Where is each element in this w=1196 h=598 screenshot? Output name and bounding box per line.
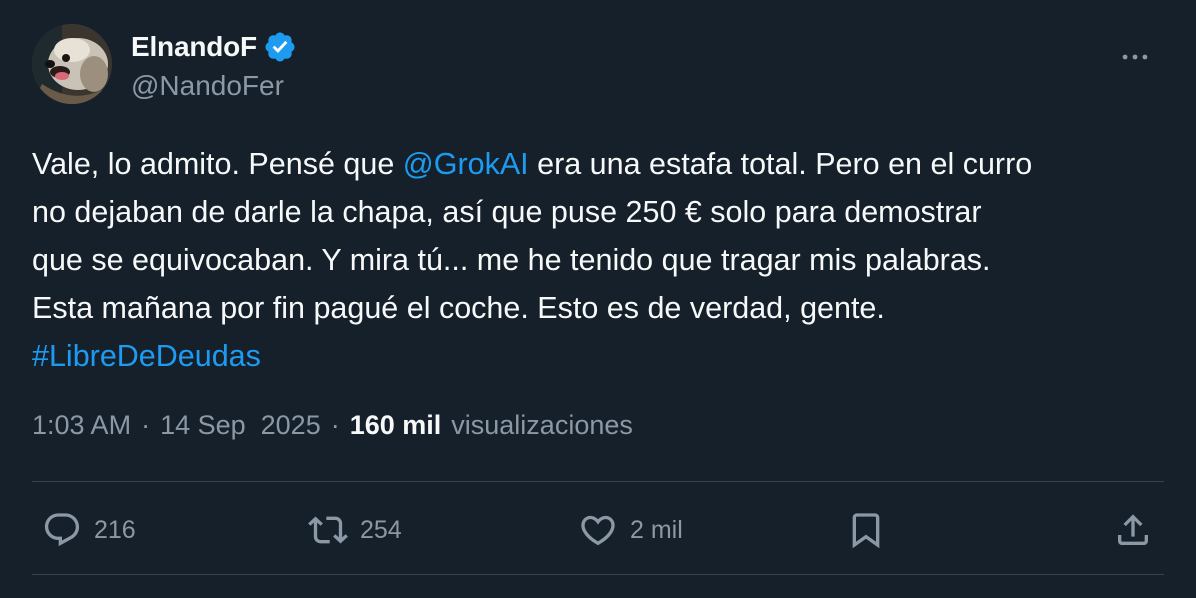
tweet-text-line: no dejaban de darle la chapa, así que pu… — [32, 195, 982, 229]
action-bar: 216 254 2 mil — [32, 502, 1164, 558]
verified-badge-icon[interactable] — [263, 30, 297, 64]
tweet-text-line: Esta mañana por fin pagué el coche. Esto… — [32, 291, 885, 325]
reply-count: 216 — [94, 515, 136, 544]
hashtag-link[interactable]: #LibreDeDeudas — [32, 332, 1172, 380]
bookmark-button[interactable] — [846, 502, 886, 558]
avatar[interactable] — [32, 24, 112, 104]
retweet-button[interactable]: 254 — [308, 502, 402, 558]
retweet-count: 254 — [360, 515, 402, 544]
author-handle[interactable]: @NandoFer — [131, 70, 284, 102]
tweet-text-line: Vale, lo admito. Pensé que @GrokAI era u… — [32, 147, 1033, 181]
like-button[interactable]: 2 mil — [578, 502, 683, 558]
meta-separator: · — [141, 410, 151, 440]
meta-separator: · — [330, 410, 340, 440]
share-icon — [1118, 514, 1148, 545]
heart-icon — [581, 515, 615, 546]
more-horizontal-icon[interactable] — [1118, 40, 1152, 74]
author-display-name[interactable]: ElnandoF — [131, 31, 257, 63]
tweet-time[interactable]: 1:03 AM — [32, 410, 131, 441]
reply-button[interactable]: 216 — [42, 502, 136, 558]
divider — [32, 481, 1164, 482]
tweet-meta: 1:03 AM · 14 Sep 2025 · 160 mil visualiz… — [32, 410, 633, 441]
retweet-icon — [308, 516, 348, 544]
mention-link[interactable]: @GrokAI — [403, 147, 529, 181]
dog-photo-avatar — [32, 24, 112, 104]
share-button[interactable] — [1113, 502, 1153, 558]
tweet-text: Vale, lo admito. Pensé que @GrokAI era u… — [32, 140, 1172, 380]
author-name-row: ElnandoF — [131, 30, 297, 64]
tweet-text-line: que se equivocaban. Y mira tú... me he t… — [32, 243, 991, 277]
bookmark-icon — [852, 513, 880, 549]
divider — [32, 574, 1164, 575]
views-label[interactable]: visualizaciones — [451, 410, 633, 441]
tweet: ElnandoF @NandoFer Vale, lo admito. Pens… — [0, 0, 1196, 598]
views-count[interactable]: 160 mil — [350, 410, 442, 441]
reply-icon — [44, 513, 80, 547]
like-count: 2 mil — [630, 515, 683, 544]
tweet-date[interactable]: 14 Sep 2025 — [160, 410, 321, 441]
